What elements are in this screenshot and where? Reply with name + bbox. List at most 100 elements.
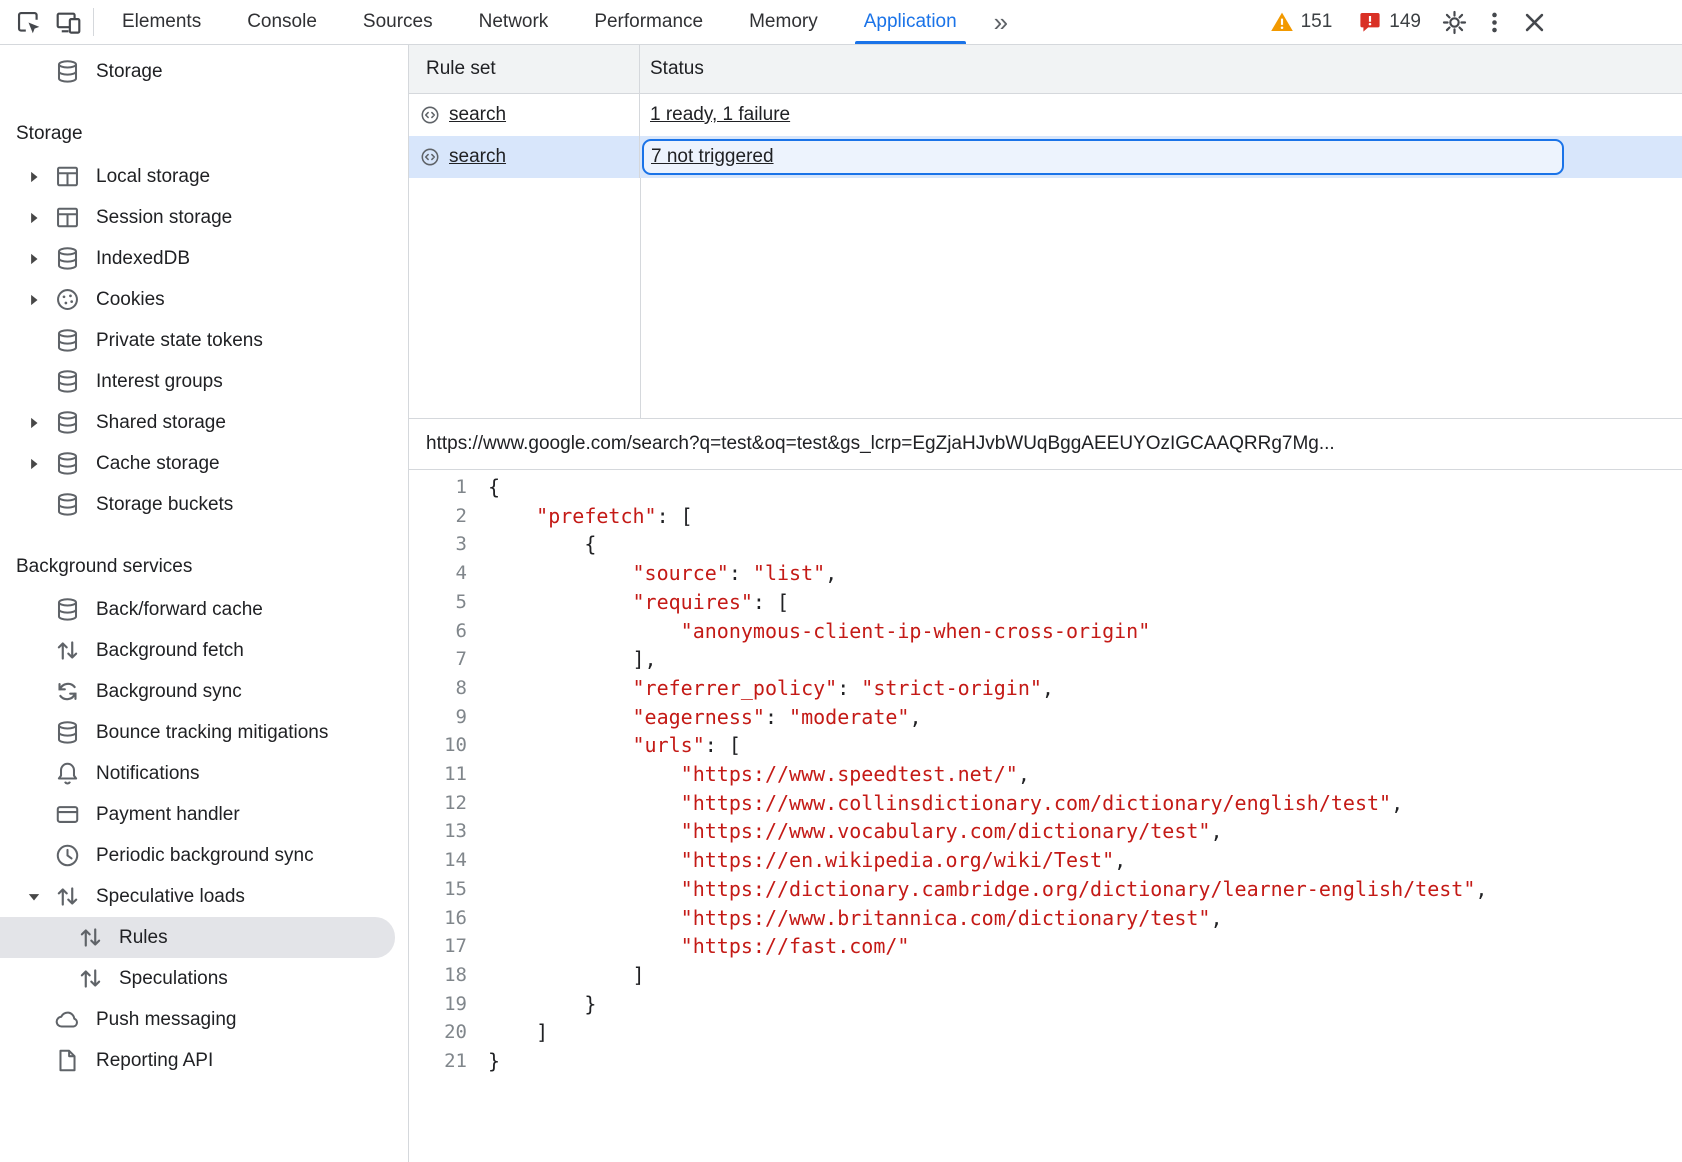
sidebar-item-speculations[interactable]: Speculations — [0, 958, 408, 999]
sidebar-item-payment-handler[interactable]: Payment handler — [0, 794, 408, 835]
column-header-rule-set[interactable]: Rule set — [409, 45, 640, 93]
warnings-badge[interactable]: 151 — [1257, 10, 1346, 34]
toolbar-divider — [93, 8, 94, 36]
code-line: 1{ — [409, 473, 1682, 502]
tab-sources[interactable]: Sources — [340, 0, 456, 44]
tab-application[interactable]: Application — [841, 0, 980, 44]
errors-badge[interactable]: 149 — [1345, 10, 1434, 34]
swap-vertical-icon — [77, 924, 104, 951]
sidebar-item-reporting-api[interactable]: Reporting API — [0, 1040, 408, 1081]
sidebar-item-rules[interactable]: Rules — [0, 917, 395, 958]
sidebar-item-storage-buckets[interactable]: Storage buckets — [0, 484, 408, 525]
sidebar-item-storage[interactable]: Storage — [0, 51, 408, 92]
line-number: 3 — [409, 530, 467, 559]
line-number: 6 — [409, 617, 467, 646]
sidebar-item-label: Speculative loads — [96, 886, 245, 908]
code-text: ] — [488, 1018, 548, 1047]
sidebar-item-background-sync[interactable]: Background sync — [0, 671, 408, 712]
code-text: "https://fast.com/" — [488, 932, 909, 961]
tab-memory[interactable]: Memory — [726, 0, 841, 44]
more-options-button[interactable] — [1474, 3, 1514, 41]
code-line: 10 "urls": [ — [409, 731, 1682, 760]
status-cell[interactable]: 1 ready, 1 failure — [640, 94, 1682, 136]
sidebar-item-back-forward-cache[interactable]: Back/forward cache — [0, 589, 408, 630]
rule-set-cell[interactable]: search — [409, 136, 640, 178]
database-icon — [54, 58, 81, 85]
database-icon — [54, 719, 81, 746]
status-link[interactable]: 7 not triggered — [651, 146, 774, 168]
sidebar-item-label: Notifications — [96, 763, 200, 785]
code-line: 20 ] — [409, 1018, 1682, 1047]
sidebar-item-label: Push messaging — [96, 1009, 236, 1031]
rule-set-source-url-bar: https://www.google.com/search?q=test&oq=… — [409, 419, 1682, 470]
rule-set-row[interactable]: search 7 not triggered — [409, 136, 1682, 178]
sidebar-item-local-storage[interactable]: Local storage — [0, 156, 408, 197]
source-url-text: https://www.google.com/search?q=test&oq=… — [426, 433, 1335, 455]
code-text: "https://www.speedtest.net/", — [488, 760, 1030, 789]
sidebar-item-label: Bounce tracking mitigations — [96, 722, 328, 744]
sidebar-item-push-messaging[interactable]: Push messaging — [0, 999, 408, 1040]
code-line: 4 "source": "list", — [409, 559, 1682, 588]
code-line: 17 "https://fast.com/" — [409, 932, 1682, 961]
code-text: ] — [488, 961, 645, 990]
sidebar-item-label: Payment handler — [96, 804, 240, 826]
toolbar-left-group — [0, 3, 88, 41]
sidebar-item-speculative-loads[interactable]: Speculative loads — [0, 876, 408, 917]
sidebar-item-label: Storage — [96, 61, 163, 83]
rule-set-row[interactable]: search 1 ready, 1 failure — [409, 94, 1682, 136]
inspect-icon — [15, 9, 42, 36]
sidebar-item-label: Session storage — [96, 207, 232, 229]
expand-arrow-icon[interactable] — [14, 289, 54, 311]
tab-console[interactable]: Console — [224, 0, 340, 44]
code-text: "urls": [ — [488, 731, 741, 760]
close-devtools-button[interactable] — [1514, 3, 1554, 41]
sidebar-item-cookies[interactable]: Cookies — [0, 279, 408, 320]
sidebar-item-cache-storage[interactable]: Cache storage — [0, 443, 408, 484]
sidebar-item-indexeddb[interactable]: IndexedDB — [0, 238, 408, 279]
inspect-element-button[interactable] — [8, 3, 48, 41]
collapse-arrow-icon[interactable] — [14, 886, 54, 908]
tab-network[interactable]: Network — [456, 0, 572, 44]
sidebar-item-shared-storage[interactable]: Shared storage — [0, 402, 408, 443]
sidebar-item-background-fetch[interactable]: Background fetch — [0, 630, 408, 671]
tabs-overflow-button[interactable]: » — [980, 0, 1022, 44]
rule-set-table: Rule set Status search 1 ready, 1 failure… — [409, 45, 1682, 419]
database-icon — [54, 368, 81, 395]
status-link[interactable]: 1 ready, 1 failure — [650, 104, 790, 126]
tab-performance[interactable]: Performance — [571, 0, 726, 44]
error-count: 149 — [1389, 11, 1421, 33]
code-line: 7 ], — [409, 645, 1682, 674]
table-header-row: Rule set Status — [409, 45, 1682, 94]
settings-button[interactable] — [1434, 3, 1474, 41]
expand-arrow-icon[interactable] — [14, 248, 54, 270]
expand-arrow-icon[interactable] — [14, 453, 54, 475]
sync-icon — [54, 678, 81, 705]
column-header-status[interactable]: Status — [640, 45, 1682, 93]
sidebar-item-interest-groups[interactable]: Interest groups — [0, 361, 408, 402]
code-text: "https://www.collinsdictionary.com/dicti… — [488, 789, 1403, 818]
sidebar-item-bounce-tracking-mitigations[interactable]: Bounce tracking mitigations — [0, 712, 408, 753]
code-text: { — [488, 473, 500, 502]
code-text: "prefetch": [ — [488, 502, 693, 531]
toolbar-right-group: 151 149 — [1257, 3, 1682, 41]
sidebar-item-notifications[interactable]: Notifications — [0, 753, 408, 794]
rule-set-cell[interactable]: search — [409, 94, 640, 136]
code-line: 18 ] — [409, 961, 1682, 990]
ruleset-rows: search 1 ready, 1 failure search 7 not trig… — [409, 94, 1682, 178]
rule-set-link[interactable]: search — [449, 104, 506, 126]
error-icon — [1358, 10, 1382, 34]
sidebar-item-periodic-background-sync[interactable]: Periodic background sync — [0, 835, 408, 876]
device-toolbar-button[interactable] — [48, 3, 88, 41]
expand-arrow-icon[interactable] — [14, 412, 54, 434]
expand-arrow-icon[interactable] — [14, 207, 54, 229]
tab-elements[interactable]: Elements — [99, 0, 224, 44]
sidebar-item-private-state-tokens[interactable]: Private state tokens — [0, 320, 408, 361]
line-number: 13 — [409, 817, 467, 846]
devtools-toolbar: ElementsConsoleSourcesNetworkPerformance… — [0, 0, 1682, 45]
expand-arrow-icon[interactable] — [14, 166, 54, 188]
rule-set-link[interactable]: search — [449, 146, 506, 168]
status-cell[interactable]: 7 not triggered — [642, 139, 1564, 175]
database-icon — [54, 245, 81, 272]
devtools-tabs: ElementsConsoleSourcesNetworkPerformance… — [99, 0, 980, 44]
sidebar-item-session-storage[interactable]: Session storage — [0, 197, 408, 238]
